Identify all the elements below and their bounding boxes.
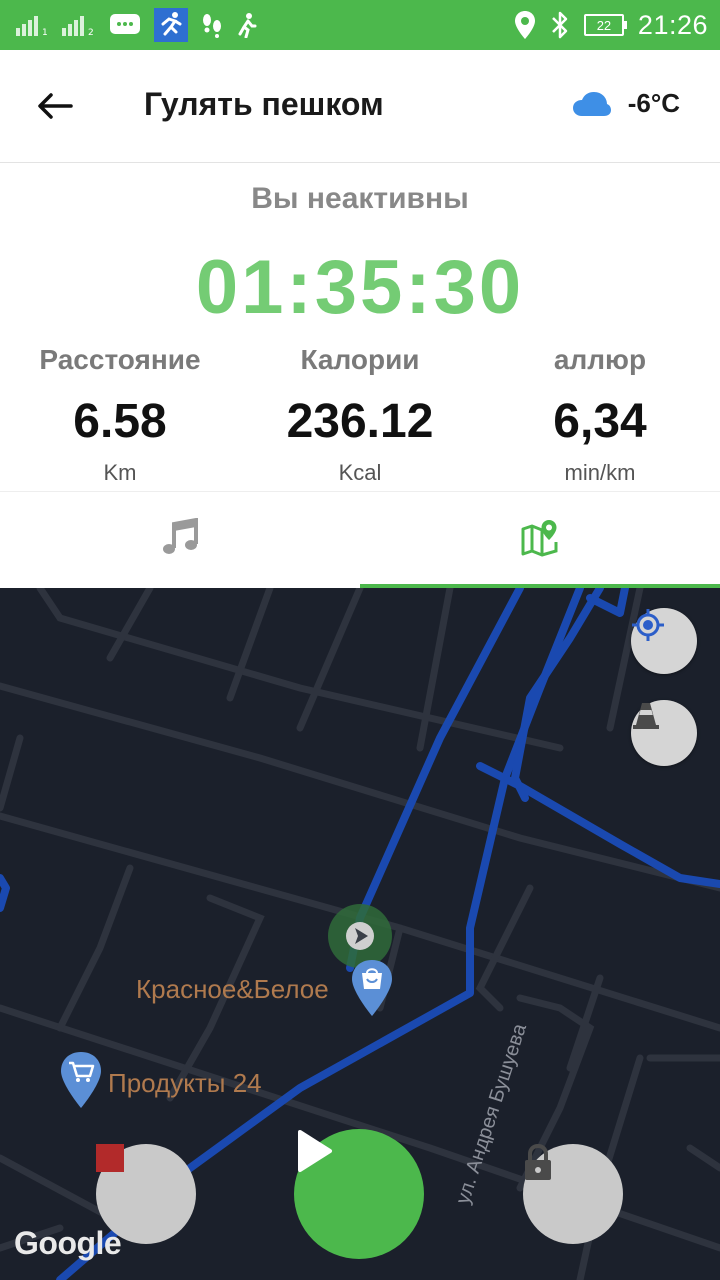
google-attribution: Google — [14, 1225, 122, 1261]
svg-text:1: 1 — [42, 28, 48, 36]
location-icon — [514, 10, 536, 40]
temperature: -6°C — [627, 88, 680, 118]
stop-button[interactable] — [96, 1144, 196, 1244]
play-icon — [298, 1130, 332, 1172]
status-bar: 1 2 22 21:26 — [0, 0, 720, 50]
stat-value: 236.12 — [286, 395, 434, 448]
activity-status: Вы неактивны — [251, 182, 469, 215]
walking-icon — [236, 12, 258, 38]
lock-icon — [525, 1144, 551, 1180]
signal-1-icon: 1 — [16, 14, 50, 36]
stat-pace: аллюр 6,34 min/km — [480, 344, 720, 486]
bluetooth-icon — [550, 10, 570, 40]
status-bar-right: 22 21:26 — [514, 8, 708, 42]
status-bar-left: 1 2 — [16, 8, 258, 42]
stat-label: Расстояние — [39, 344, 201, 375]
stat-value: 6,34 — [553, 395, 647, 448]
message-icon — [108, 12, 142, 38]
poi-label[interactable]: Красное&Белое — [136, 974, 329, 1005]
back-button[interactable] — [30, 84, 80, 128]
stat-unit: Km — [103, 460, 137, 485]
stat-unit: min/km — [564, 460, 636, 485]
arrow-left-icon — [38, 93, 73, 119]
battery-icon: 22 — [583, 14, 627, 36]
svg-text:2: 2 — [88, 28, 94, 36]
stat-calories: Калории 236.12 Kcal — [240, 344, 480, 486]
poi-label[interactable]: Продукты 24 — [108, 1068, 262, 1099]
map-view-toggle-button[interactable] — [631, 700, 697, 766]
stat-unit: Kcal — [338, 460, 382, 485]
app-bar: Гулять пешком -6°C — [0, 50, 720, 163]
stat-value: 6.58 — [73, 395, 167, 448]
cloud-icon — [572, 91, 611, 116]
weather-widget: -6°C — [572, 88, 680, 119]
stat-distance: Расстояние 6.58 Km — [0, 344, 240, 486]
tab-map[interactable] — [360, 492, 720, 584]
battery-level: 22 — [596, 17, 612, 33]
my-location-button[interactable] — [631, 608, 697, 674]
clock: 21:26 — [637, 9, 708, 40]
map-pin-icon — [521, 520, 558, 557]
shopping-cart-icon[interactable] — [59, 1050, 103, 1110]
stop-icon — [96, 1144, 124, 1172]
stat-label: Калории — [300, 344, 420, 375]
app-screen: 1 2 22 21:26 Гулять пешком -6°C Вы неакт… — [0, 0, 720, 1280]
my-location-icon — [632, 609, 664, 641]
lock-button[interactable] — [523, 1144, 623, 1244]
stat-label: аллюр — [553, 344, 647, 375]
workout-timer: 01:35:30 — [195, 245, 525, 330]
music-note-icon — [163, 518, 198, 554]
running-app-icon — [154, 8, 188, 42]
view-tabs — [0, 491, 720, 588]
footsteps-icon — [200, 12, 224, 38]
shopping-bag-icon[interactable] — [350, 958, 394, 1018]
tab-music[interactable] — [0, 492, 360, 584]
page-title: Гулять пешком — [144, 86, 384, 122]
play-button[interactable] — [294, 1129, 424, 1259]
route-map[interactable]: Красное&Белое Продукты 24 ул. Андрея Буш… — [0, 588, 720, 1280]
traffic-cone-icon — [633, 703, 659, 729]
signal-2-icon: 2 — [62, 14, 96, 36]
